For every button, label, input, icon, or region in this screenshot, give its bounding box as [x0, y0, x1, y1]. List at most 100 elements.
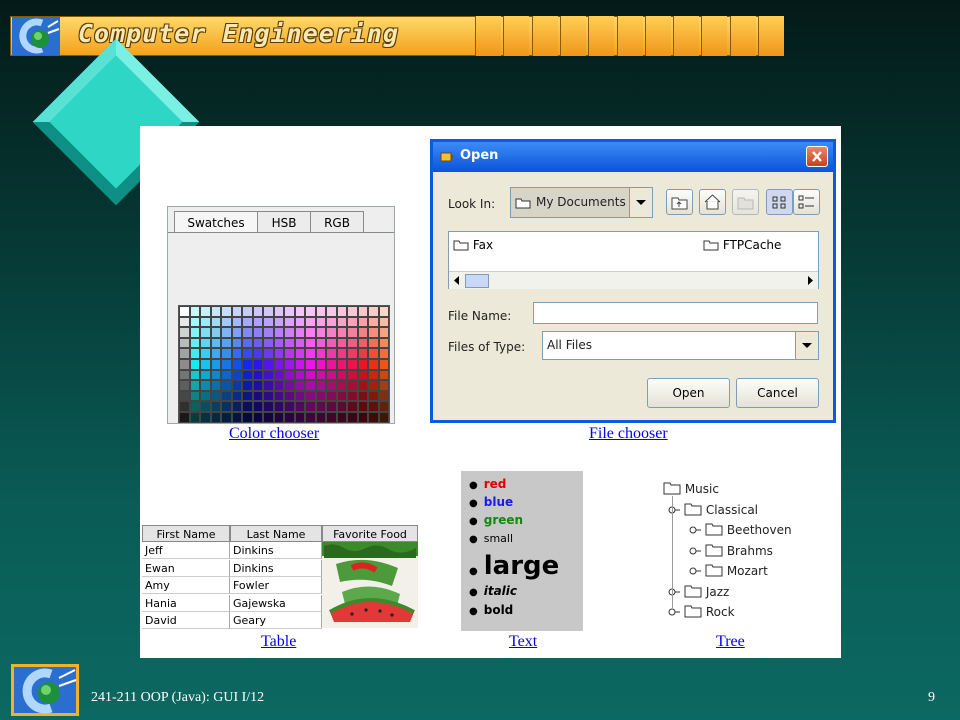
color-swatch[interactable]	[378, 316, 389, 328]
color-swatch[interactable]	[189, 358, 200, 370]
color-swatch[interactable]	[326, 390, 337, 402]
color-swatch[interactable]	[273, 348, 284, 359]
color-swatch[interactable]	[273, 401, 284, 412]
color-swatch[interactable]	[263, 411, 274, 423]
color-swatch[interactable]	[200, 369, 211, 381]
color-swatch[interactable]	[315, 316, 326, 328]
color-swatch[interactable]	[326, 411, 337, 423]
color-swatch[interactable]	[315, 337, 326, 349]
color-swatch[interactable]	[336, 306, 347, 317]
color-swatch[interactable]	[368, 390, 379, 402]
color-swatch[interactable]	[378, 327, 389, 338]
color-swatch[interactable]	[263, 337, 274, 349]
color-swatch[interactable]	[305, 390, 316, 402]
color-swatch[interactable]	[231, 380, 242, 391]
color-swatch[interactable]	[221, 380, 232, 391]
color-swatch[interactable]	[221, 358, 232, 370]
color-swatch[interactable]	[284, 411, 295, 423]
list-item[interactable]: Fax	[453, 238, 493, 254]
new-folder-button[interactable]	[732, 189, 759, 215]
tree-node[interactable]: Jazz	[684, 584, 729, 599]
color-swatch[interactable]	[284, 306, 295, 317]
color-swatch[interactable]	[179, 369, 190, 381]
color-swatch[interactable]	[189, 369, 200, 381]
color-swatch[interactable]	[378, 337, 389, 349]
color-swatch[interactable]	[315, 401, 326, 412]
look-in-dropdown-button[interactable]	[629, 188, 652, 217]
color-swatch[interactable]	[221, 369, 232, 381]
color-swatch[interactable]	[221, 401, 232, 412]
color-swatch[interactable]	[273, 306, 284, 317]
table-cell[interactable]: David	[142, 612, 230, 629]
color-swatch[interactable]	[273, 337, 284, 349]
color-swatch[interactable]	[284, 390, 295, 402]
color-swatch[interactable]	[294, 380, 305, 391]
color-swatch[interactable]	[210, 380, 221, 391]
color-swatch[interactable]	[357, 306, 368, 317]
color-swatch[interactable]	[347, 358, 358, 370]
color-swatch[interactable]	[263, 380, 274, 391]
color-swatch[interactable]	[242, 316, 253, 328]
color-swatch[interactable]	[294, 337, 305, 349]
color-swatch[interactable]	[326, 327, 337, 338]
color-swatch[interactable]	[368, 337, 379, 349]
table-cell[interactable]: Amy	[142, 577, 230, 594]
color-swatch[interactable]	[189, 306, 200, 317]
color-swatch[interactable]	[263, 306, 274, 317]
text-caption[interactable]: Text	[509, 633, 537, 651]
color-swatch[interactable]	[252, 306, 263, 317]
color-swatch[interactable]	[315, 306, 326, 317]
color-swatch[interactable]	[189, 348, 200, 359]
color-swatch[interactable]	[347, 390, 358, 402]
color-swatch[interactable]	[200, 358, 211, 370]
color-swatch[interactable]	[242, 327, 253, 338]
color-swatch[interactable]	[242, 369, 253, 381]
color-swatch[interactable]	[242, 411, 253, 423]
tree-expand-handle-icon[interactable]	[668, 586, 680, 601]
tab-rgb[interactable]: RGB	[310, 211, 364, 233]
color-swatch[interactable]	[210, 369, 221, 381]
files-of-type-combo[interactable]: All Files	[542, 331, 819, 360]
color-swatch[interactable]	[378, 306, 389, 317]
color-swatch[interactable]	[284, 348, 295, 359]
color-swatch[interactable]	[221, 306, 232, 317]
color-swatch[interactable]	[200, 337, 211, 349]
color-swatch[interactable]	[347, 380, 358, 391]
color-swatch[interactable]	[252, 411, 263, 423]
color-swatch[interactable]	[294, 411, 305, 423]
color-swatch[interactable]	[273, 380, 284, 391]
color-swatch[interactable]	[305, 337, 316, 349]
table-caption[interactable]: Table	[261, 633, 296, 651]
color-swatch[interactable]	[242, 337, 253, 349]
scroll-left-icon[interactable]	[451, 274, 463, 287]
color-swatch[interactable]	[252, 390, 263, 402]
color-swatch[interactable]	[368, 401, 379, 412]
color-swatch[interactable]	[347, 316, 358, 328]
color-swatch[interactable]	[252, 316, 263, 328]
color-swatch[interactable]	[326, 306, 337, 317]
color-swatch[interactable]	[263, 369, 274, 381]
color-swatch[interactable]	[210, 358, 221, 370]
color-swatch[interactable]	[221, 348, 232, 359]
color-swatch[interactable]	[378, 369, 389, 381]
table-cell[interactable]: Dinkins	[230, 542, 322, 559]
tree-expand-handle-icon[interactable]	[668, 504, 680, 519]
color-swatch[interactable]	[263, 316, 274, 328]
color-swatch[interactable]	[273, 358, 284, 370]
color-swatch[interactable]	[357, 380, 368, 391]
color-swatch[interactable]	[326, 358, 337, 370]
color-swatch[interactable]	[179, 411, 190, 423]
color-swatch[interactable]	[305, 327, 316, 338]
color-swatch[interactable]	[242, 401, 253, 412]
color-swatch[interactable]	[357, 369, 368, 381]
color-swatch[interactable]	[336, 390, 347, 402]
table-header-favorite-food[interactable]: Favorite Food	[322, 525, 418, 542]
color-swatch[interactable]	[284, 327, 295, 338]
color-swatch[interactable]	[305, 369, 316, 381]
color-swatch[interactable]	[200, 390, 211, 402]
color-swatch[interactable]	[326, 337, 337, 349]
color-swatch[interactable]	[231, 337, 242, 349]
tree-expand-handle-icon[interactable]	[689, 545, 701, 560]
color-swatch[interactable]	[305, 401, 316, 412]
color-swatch[interactable]	[315, 411, 326, 423]
